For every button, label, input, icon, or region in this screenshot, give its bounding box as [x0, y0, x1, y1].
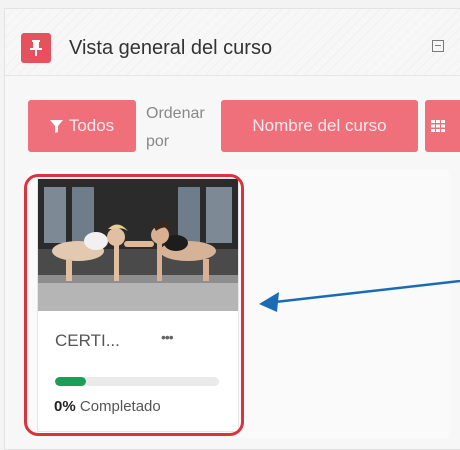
pin-icon	[21, 33, 51, 63]
view-toggle-button[interactable]	[425, 100, 460, 152]
filter-label: Todos	[68, 116, 115, 135]
block-header: Vista general del curso	[5, 9, 460, 76]
grid-icon	[431, 120, 445, 132]
block-title: Vista general del curso	[69, 37, 273, 59]
filter-all-button[interactable]: Todos	[28, 100, 136, 152]
highlight-outline	[24, 174, 244, 436]
collapse-icon[interactable]	[432, 40, 444, 52]
sort-by-course-name-button[interactable]: Nombre del curso	[221, 100, 418, 152]
filter-icon	[49, 119, 63, 133]
sort-label: Ordenar por	[146, 105, 205, 150]
pointer-arrow	[259, 280, 460, 312]
